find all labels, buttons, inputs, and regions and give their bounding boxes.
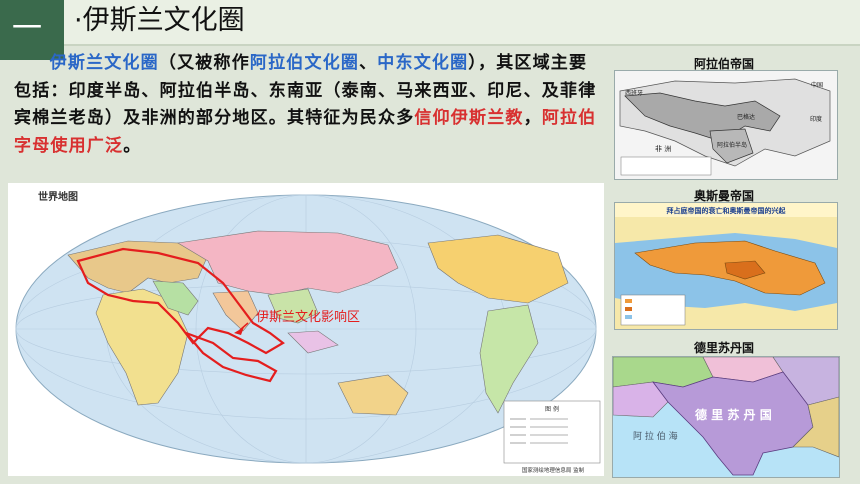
delhi-sultanate-map: 德 里 苏 丹 国 阿 拉 伯 海 (612, 356, 840, 478)
delhi-sultanate-caption: 德里苏丹国 (693, 341, 754, 355)
text-seg: ， (523, 108, 542, 128)
text-seg: 。 (123, 135, 142, 156)
arab-map-label-africa: 非 洲 (655, 144, 671, 153)
world-map-graphic: 世界地图 伊斯兰文化影响区 图 例 国家测绘地理信息局 监制 (8, 183, 604, 476)
ottoman-empire-graphic: 拜占庭帝国的衰亡和奥斯曼帝国的兴起 (615, 203, 837, 329)
feature-religion: 信仰伊斯兰教 (414, 108, 524, 128)
world-map-title: 世界地图 (38, 190, 78, 203)
arab-map-label-spain: 西班牙 (625, 89, 643, 97)
arab-map-label-baghdad: 巴格达 (737, 113, 755, 121)
delhi-sultanate-graphic: 德 里 苏 丹 国 阿 拉 伯 海 (612, 356, 840, 477)
arab-map-label-china: 中国 (811, 81, 823, 89)
section-number: 一 (12, 11, 42, 46)
islamic-influence-label: 伊斯兰文化影响区 (256, 309, 360, 325)
arab-empire-graphic: 西班牙 中国 阿拉伯半岛 巴格达 印度 非 洲 (615, 71, 837, 179)
arab-map-label-arabia: 阿拉伯半岛 (717, 141, 747, 149)
term-arab-circle: 阿拉伯文化圈 (249, 53, 360, 73)
ottoman-map-title: 拜占庭帝国的衰亡和奥斯曼帝国的兴起 (667, 206, 787, 215)
intro-paragraph: 伊斯兰文化圈（又被称作阿拉伯文化圈、中东文化圈），其区域主要包括：印度半岛、阿拉… (14, 50, 604, 160)
page-title: ·伊斯兰文化圈 (74, 5, 245, 36)
delhi-map-label-sultanate: 德 里 苏 丹 国 (695, 407, 772, 422)
world-map: 世界地图 伊斯兰文化影响区 图 例 国家测绘地理信息局 监制 (8, 183, 604, 476)
ottoman-empire-map: 拜占庭帝国的衰亡和奥斯曼帝国的兴起 (614, 202, 838, 330)
arab-map-label-india: 印度 (810, 115, 822, 123)
legend-title: 图 例 (545, 405, 559, 413)
arab-empire-map: 西班牙 中国 阿拉伯半岛 巴格达 印度 非 洲 (614, 70, 838, 180)
delhi-map-label-arabian-sea: 阿 拉 伯 海 (633, 430, 678, 442)
text-seg: 、 (359, 53, 378, 73)
text-seg: （又被称作 (158, 53, 250, 73)
term-middle-east-circle: 中东文化圈 (377, 53, 469, 73)
term-islamic-circle: 伊斯兰文化圈 (49, 53, 159, 73)
world-map-footer: 国家测绘地理信息局 监制 (522, 466, 585, 474)
